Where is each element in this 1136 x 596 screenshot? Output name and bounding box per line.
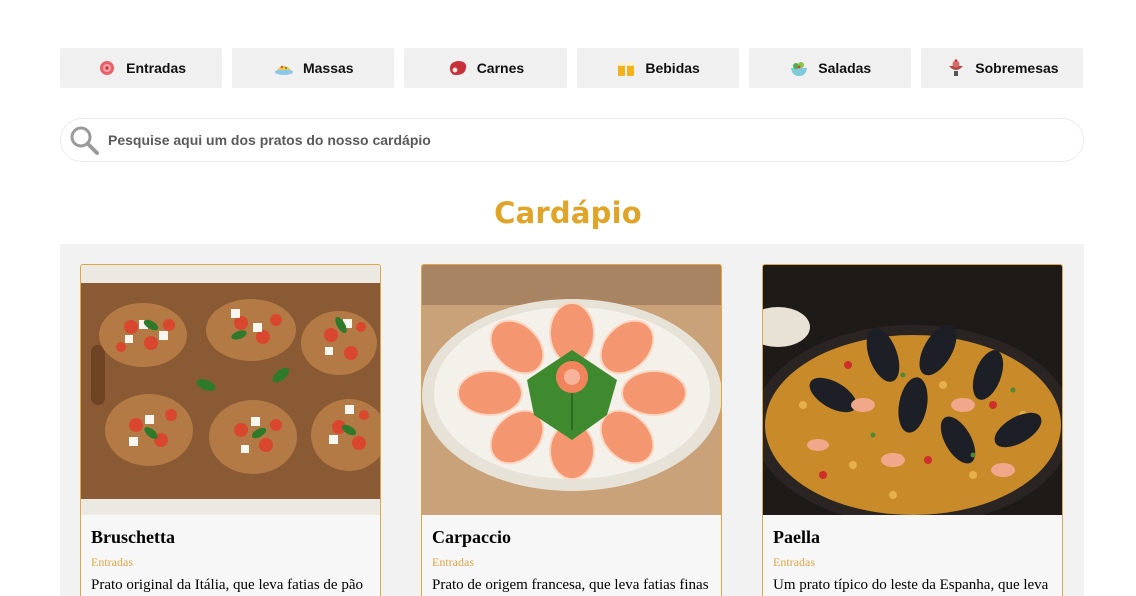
salad-icon: [788, 57, 810, 79]
search-input[interactable]: [108, 132, 1008, 148]
dish-card[interactable]: Paella Entradas Um prato típico do leste…: [762, 264, 1063, 596]
category-button-massas[interactable]: Massas: [232, 48, 395, 88]
dish-description: Prato de origem francesa, que leva fatia…: [432, 577, 709, 596]
menu-grid: Bruschetta Entradas Prato original da It…: [60, 244, 1084, 596]
dish-name: Carpaccio: [432, 527, 511, 547]
appetizer-icon: [96, 57, 118, 79]
search-icon[interactable]: [66, 122, 102, 158]
category-button-sobremesas[interactable]: Sobremesas: [920, 48, 1084, 88]
dish-name: Bruschetta: [91, 527, 175, 547]
category-button-entradas[interactable]: Entradas: [60, 48, 223, 88]
meat-icon: [447, 57, 469, 79]
dish-description: Prato original da Itália, que leva fatia…: [91, 577, 363, 596]
dish-card[interactable]: Carpaccio Entradas Prato de origem franc…: [421, 264, 722, 596]
category-label: Entradas: [126, 60, 187, 76]
dish-category: Entradas: [432, 555, 474, 569]
category-label: Saladas: [818, 60, 872, 76]
search-bar: [60, 118, 1084, 162]
pasta-icon: [273, 57, 295, 79]
category-label: Carnes: [476, 60, 525, 76]
category-button-saladas[interactable]: Saladas: [748, 48, 911, 88]
bruschetta-photo: [81, 265, 380, 515]
dish-category: Entradas: [91, 555, 133, 569]
category-button-carnes[interactable]: Carnes: [404, 48, 567, 88]
dish-category: Entradas: [773, 555, 815, 569]
category-label: Sobremesas: [975, 60, 1059, 76]
category-label: Massas: [302, 60, 354, 76]
category-bar: Entradas Massas Carnes Bebidas Saladas S…: [60, 48, 1084, 88]
page-title: Cardápio: [494, 196, 642, 230]
category-label: Bebidas: [645, 60, 700, 76]
carpaccio-photo: [422, 265, 721, 515]
dish-card[interactable]: Bruschetta Entradas Prato original da It…: [80, 264, 381, 596]
paella-photo: [763, 265, 1062, 515]
category-button-bebidas[interactable]: Bebidas: [576, 48, 739, 88]
dish-name: Paella: [773, 527, 820, 547]
dessert-icon: [945, 57, 967, 79]
dish-description: Um prato típico do leste da Espanha, que…: [773, 577, 1049, 596]
drinks-icon: [615, 57, 637, 79]
